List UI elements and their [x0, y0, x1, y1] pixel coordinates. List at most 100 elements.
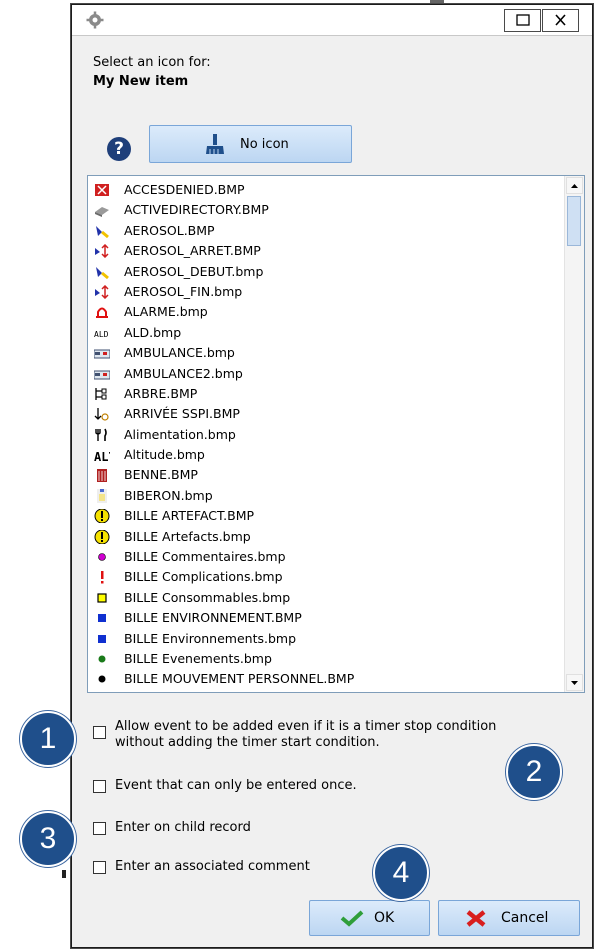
list-item-label: AEROSOL_ARRET.BMP [124, 243, 261, 259]
list-item[interactable]: AEROSOL_ARRET.BMP [88, 241, 566, 261]
svg-text:ALT: ALT [94, 450, 110, 462]
list-item[interactable]: AEROSOL.BMP [88, 221, 566, 241]
scrollbar-thumb[interactable] [567, 196, 581, 246]
list-item[interactable]: ALD ALD.bmp [88, 323, 566, 343]
list-item[interactable]: ALT Altitude.bmp [88, 445, 566, 465]
list-item-label: ARBRE.BMP [124, 385, 198, 401]
close-button[interactable] [542, 9, 579, 32]
warning-yellow-icon [94, 529, 110, 544]
checkmark-icon [340, 910, 364, 927]
active-directory-icon [95, 207, 109, 218]
list-item-label: AEROSOL_DEBUT.bmp [124, 263, 264, 279]
list-item[interactable]: AEROSOL_DEBUT.bmp [88, 262, 566, 282]
icon-list[interactable]: ACCESDENIED.BMP ACTIVEDIRECTORY.BMP AEROSO… [87, 175, 585, 693]
callout-badge-2: 2 [506, 744, 562, 800]
broom-icon [206, 134, 224, 154]
aerosol-end-icon [95, 284, 109, 299]
list-item-label: BENNE.BMP [124, 467, 198, 483]
no-icon-button[interactable]: No icon [149, 125, 352, 163]
alarm-bell-icon [96, 307, 108, 319]
tree-structure-icon [95, 387, 107, 400]
allow-timer-stop-label-line1: Allow event to be added even if it is a … [115, 719, 497, 734]
arrow-up-icon [571, 184, 578, 188]
arrival-icon [94, 408, 109, 421]
list-item[interactable]: ALARME.bmp [88, 302, 566, 322]
list-item-label: Alimentation.bmp [124, 426, 236, 442]
list-item-label: ALARME.bmp [124, 304, 208, 320]
cancel-label: Cancel [501, 910, 549, 926]
list-item[interactable]: BILLE Evenements.bmp [88, 649, 566, 669]
list-item-label: BILLE Evenements.bmp [124, 650, 272, 666]
list-item[interactable]: BILLE Complications.bmp [88, 567, 566, 587]
help-icon[interactable]: ? [107, 137, 131, 161]
ok-label: OK [374, 910, 395, 926]
list-item[interactable]: BIBERON.bmp [88, 486, 566, 506]
list-item[interactable]: ARBRE.BMP [88, 384, 566, 404]
prompt-label: Select an icon for: [93, 55, 211, 70]
cancel-button[interactable]: Cancel [438, 900, 580, 936]
aerosol-icon [96, 225, 109, 238]
list-item[interactable]: BILLE Environnements.bmp [88, 629, 566, 649]
green-dot-icon [98, 655, 106, 663]
yellow-square-icon [97, 593, 107, 603]
list-item[interactable]: BENNE.BMP [88, 465, 566, 485]
list-item-label: ALD.bmp [124, 324, 182, 340]
warning-yellow-icon [94, 509, 110, 524]
list-item[interactable]: Alimentation.bmp [88, 425, 566, 445]
black-dot-icon [98, 675, 106, 683]
list-item-label: BILLE Commentaires.bmp [124, 549, 286, 565]
list-item[interactable]: BILLE Commentaires.bmp [88, 547, 566, 567]
allow-timer-stop-checkbox[interactable] [93, 726, 106, 739]
blue-square-icon [98, 614, 106, 623]
title-bar [72, 5, 592, 36]
gear-icon [86, 11, 104, 29]
list-item-label: BILLE Complications.bmp [124, 569, 283, 585]
list-item[interactable]: AMBULANCE.bmp [88, 343, 566, 363]
list-item[interactable]: BILLE MOUVEMENT PERSONNEL.BMP [88, 669, 566, 689]
list-item-label: ARRIVÉE SSPI.BMP [124, 406, 240, 422]
list-item[interactable]: BILLE ENVIRONNEMENT.BMP [88, 608, 566, 628]
vertical-scrollbar[interactable] [564, 176, 584, 692]
icon-list-items: ACCESDENIED.BMP ACTIVEDIRECTORY.BMP AEROSO… [88, 176, 566, 692]
list-item[interactable]: BILLE Mouvements.bmp [88, 690, 566, 693]
list-item-label: AEROSOL.BMP [124, 222, 215, 238]
list-item[interactable]: ACCESDENIED.BMP [88, 180, 566, 200]
ambulance-icon [94, 370, 110, 380]
list-item-label: BILLE ENVIRONNEMENT.BMP [124, 610, 302, 626]
allow-timer-stop-label-line2: without adding the timer start condition… [115, 735, 380, 750]
callout-badge-3: 3 [20, 811, 76, 867]
red-exclamation-icon [101, 571, 104, 584]
list-item-label: BILLE Mouvements.bmp [124, 690, 275, 693]
scroll-up-button[interactable] [566, 177, 583, 194]
ald-text-icon: ALD [94, 330, 109, 339]
list-item-label: ACTIVEDIRECTORY.BMP [124, 202, 269, 218]
scroll-down-button[interactable] [566, 674, 583, 691]
list-item[interactable]: BILLE Artefacts.bmp [88, 527, 566, 547]
enter-once-checkbox[interactable] [93, 780, 106, 793]
associated-comment-label: Enter an associated comment [115, 859, 310, 874]
ambulance-icon [94, 349, 110, 359]
list-item-label: BILLE Consommables.bmp [124, 589, 291, 605]
maximize-icon [516, 14, 530, 26]
red-x-icon [466, 910, 486, 927]
list-item[interactable]: AEROSOL_FIN.bmp [88, 282, 566, 302]
list-item[interactable]: ARRIVÉE SSPI.BMP [88, 404, 566, 424]
select-icon-dialog: Select an icon for: My New item ? No ico… [71, 4, 593, 948]
callout-badge-4: 4 [373, 845, 429, 901]
arrow-down-icon [571, 681, 578, 685]
aerosol-start-icon [96, 266, 109, 279]
list-item-label: AEROSOL_FIN.bmp [124, 283, 243, 299]
list-item[interactable]: ACTIVEDIRECTORY.BMP [88, 200, 566, 220]
list-item[interactable]: BILLE Consommables.bmp [88, 588, 566, 608]
altitude-icon: ALT [94, 450, 110, 462]
list-item-label: Altitude.bmp [124, 447, 205, 463]
list-item[interactable]: BILLE ARTEFACT.BMP [88, 506, 566, 526]
ok-button[interactable]: OK [309, 900, 430, 936]
list-item-label: BIBERON.bmp [124, 487, 213, 503]
background-fragment [62, 870, 66, 878]
maximize-button[interactable] [504, 9, 541, 32]
child-record-checkbox[interactable] [93, 822, 106, 835]
associated-comment-checkbox[interactable] [93, 861, 106, 874]
aerosol-stop-icon [95, 244, 109, 259]
list-item[interactable]: AMBULANCE2.bmp [88, 364, 566, 384]
